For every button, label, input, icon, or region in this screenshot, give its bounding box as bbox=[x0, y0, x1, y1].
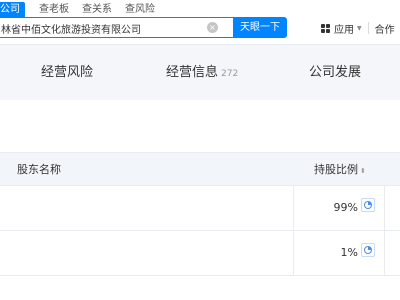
top-bar: 公司 查老板 查关系 查风险 × 天眼一下 应用 ▼ 合作 bbox=[0, 0, 400, 44]
shareholder-table-header: 股东名称 持股比例 ⬍ bbox=[0, 152, 400, 186]
section-nav: 经营风险 经营信息 272 公司发展 bbox=[0, 44, 400, 101]
cooperation-link[interactable]: 合作 bbox=[375, 21, 395, 36]
search-type-tabs: 公司 查老板 查关系 查风险 bbox=[0, 2, 168, 18]
clear-icon[interactable]: × bbox=[207, 22, 218, 33]
search-box: × bbox=[0, 17, 233, 38]
table-row: 1% bbox=[0, 231, 400, 276]
pie-chart-icon[interactable] bbox=[361, 198, 375, 212]
nav-item-business-risk[interactable]: 经营风险 bbox=[41, 66, 93, 80]
header-share-ratio[interactable]: 持股比例 ⬍ bbox=[314, 163, 366, 178]
column-divider bbox=[293, 186, 294, 276]
tab-company[interactable]: 公司 bbox=[0, 2, 25, 18]
sort-icon[interactable]: ⬍ bbox=[360, 167, 366, 175]
share-ratio: 99% bbox=[333, 201, 358, 214]
share-ratio: 1% bbox=[340, 246, 358, 259]
nav-count: 272 bbox=[221, 69, 239, 79]
pie-chart-icon[interactable] bbox=[361, 243, 375, 257]
header-share-ratio-label: 持股比例 bbox=[314, 163, 358, 176]
apps-label: 应用 bbox=[334, 24, 354, 36]
tab-boss[interactable]: 查老板 bbox=[39, 2, 69, 18]
header-shareholder-name: 股东名称 bbox=[17, 163, 61, 176]
search-input[interactable] bbox=[1, 20, 201, 36]
menu-divider bbox=[367, 22, 369, 34]
nav-label: 公司发展 bbox=[309, 65, 362, 80]
search-button[interactable]: 天眼一下 bbox=[233, 17, 287, 38]
table-row: 99% bbox=[0, 186, 400, 231]
nav-item-company-development[interactable]: 公司发展 bbox=[309, 66, 361, 80]
column-divider bbox=[384, 186, 385, 276]
nav-label: 经营信息 bbox=[166, 65, 219, 80]
nav-item-business-info[interactable]: 经营信息 272 bbox=[166, 66, 238, 81]
apps-menu[interactable]: 应用 ▼ 合作 bbox=[321, 21, 395, 36]
caret-down-icon: ▼ bbox=[357, 24, 362, 32]
content-spacer bbox=[0, 100, 400, 152]
nav-label: 经营风险 bbox=[41, 65, 94, 80]
grid-icon bbox=[321, 23, 330, 33]
tab-risk[interactable]: 查风险 bbox=[125, 2, 155, 18]
tab-relation[interactable]: 查关系 bbox=[82, 2, 112, 18]
